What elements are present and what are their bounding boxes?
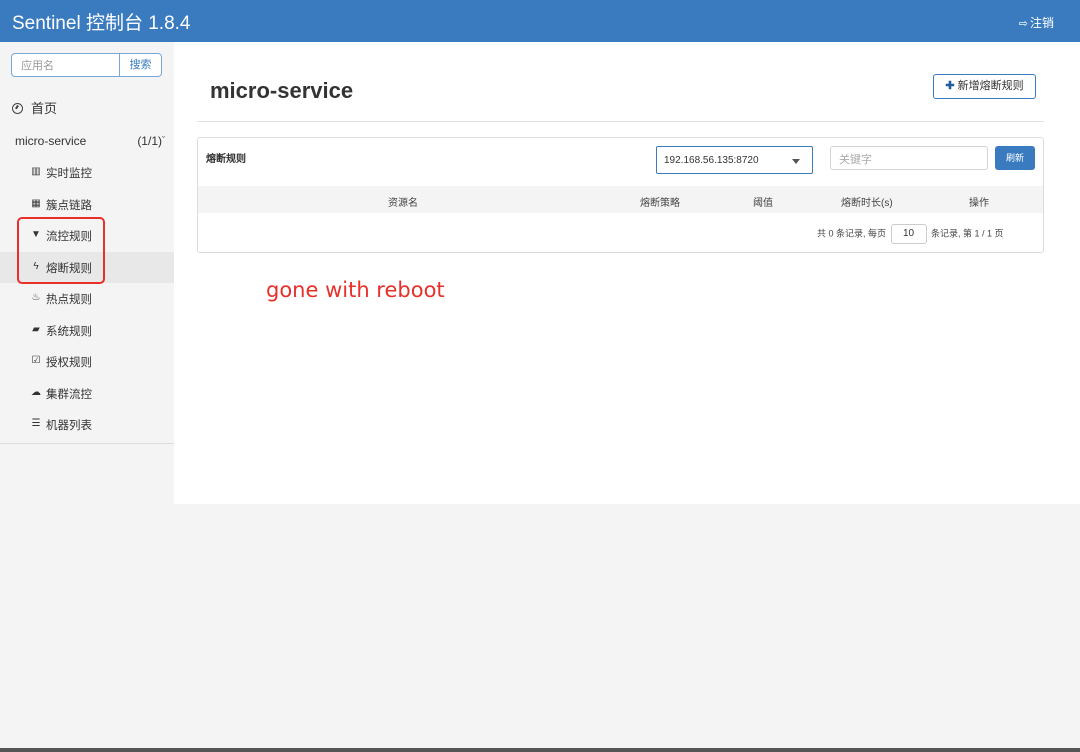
app-brand[interactable]: Sentinel 控制台 1.8.4 <box>12 8 190 35</box>
logout-label: 注销 <box>1029 16 1054 30</box>
refresh-button[interactable]: 刷新 <box>995 146 1035 170</box>
col-strategy[interactable]: 熔断策略 <box>640 194 680 209</box>
machine-select[interactable]: 192.168.56.135:8720 <box>656 146 813 174</box>
sidebar-item-label: 簇点链路 <box>46 199 92 212</box>
sidebar-item-lock[interactable]: ▰ 系统规则 <box>0 315 174 346</box>
add-degrade-rule-button[interactable]: ✚ 新增熔断规则 <box>933 74 1036 99</box>
sidebar-item-cloud[interactable]: ☁ 集群流控 <box>0 378 174 409</box>
page-background <box>174 504 1080 752</box>
add-button-label: 新增熔断规则 <box>957 80 1024 92</box>
sidebar-item-check-square[interactable]: ☑ 授权规则 <box>0 346 174 377</box>
check-square-icon: ☑ <box>31 355 41 366</box>
sidebar-item-home[interactable]: 首页 <box>12 98 57 117</box>
page-size-input[interactable]: 10 <box>890 224 927 244</box>
app-search: 应用名 搜索 <box>11 53 162 77</box>
fire-icon: ♨ <box>31 292 41 303</box>
annotation-text: gone with reboot <box>266 278 445 302</box>
sidebar-item-list-table[interactable]: ▦ 簇点链路 <box>0 189 174 220</box>
pagination: 共 0 条记录, 每页 10 条记录, 第 1 / 1 页 <box>817 224 1004 244</box>
sidebar-item-label: 系统规则 <box>46 325 92 338</box>
machine-select-value: 192.168.56.135:8720 <box>664 155 759 166</box>
plus-icon: ✚ <box>945 80 955 92</box>
highlight-annotation-box <box>17 217 105 284</box>
app-name: micro-service <box>15 134 87 148</box>
col-duration[interactable]: 熔断时长(s) <box>841 194 893 209</box>
caret-down-icon <box>792 159 800 164</box>
sidebar-item-fire[interactable]: ♨ 热点规则 <box>0 283 174 314</box>
dashboard-icon <box>12 103 23 114</box>
sidebar-item-label: 热点规则 <box>46 294 92 306</box>
keyword-input[interactable]: 关键字 <box>830 146 988 170</box>
table-header: 资源名 熔断策略 阈值 熔断时长(s) 操作 <box>198 186 1043 213</box>
home-label: 首页 <box>31 101 58 116</box>
sidebar-item-bar-chart[interactable]: ▥ 实时监控 <box>0 157 174 188</box>
page-title: micro-service <box>210 78 354 103</box>
bar-chart-icon: ▥ <box>31 166 41 177</box>
sidebar-item-label: 机器列表 <box>46 420 92 432</box>
sidebar-item-label: 实时监控 <box>46 168 92 180</box>
lock-icon: ▰ <box>32 323 40 335</box>
sidebar-item-th-list[interactable]: ☰ 机器列表 <box>0 409 174 440</box>
pager-suffix: 条记录, 第 1 / 1 页 <box>931 228 1004 239</box>
th-list-icon: ☰ <box>31 418 41 429</box>
sidebar-item-label: 集群流控 <box>46 388 92 401</box>
rules-card: 熔断规则 192.168.56.135:8720 关键字 刷新 资源名 熔断策略… <box>197 137 1044 253</box>
sidebar-item-label: 授权规则 <box>46 357 92 369</box>
logout-link[interactable]: ⇨ 注销 <box>1019 14 1054 31</box>
app-search-button[interactable]: 搜索 <box>119 53 162 77</box>
sidebar: 应用名 搜索 首页 micro-service (1/1)ˇ ▥ 实时监控 ▦ 簇点链… <box>0 42 174 752</box>
list-table-icon: ▦ <box>31 197 41 209</box>
chevron-down-icon: ˇ <box>162 135 165 145</box>
pager-prefix: 共 0 条记录, 每页 <box>817 228 887 239</box>
col-resource[interactable]: 资源名 <box>388 194 418 209</box>
sign-out-icon: ⇨ <box>1018 18 1028 30</box>
app-instance-count: (1/1)ˇ <box>137 134 165 148</box>
top-navbar: Sentinel 控制台 1.8.4 ⇨ 注销 <box>0 0 1080 42</box>
main-content: micro-service ✚ 新增熔断规则 熔断规则 192.168.56.13… <box>174 42 1080 504</box>
col-actions: 操作 <box>969 198 989 209</box>
window-bottom-edge <box>0 748 1080 752</box>
app-group-header[interactable]: micro-service (1/1)ˇ <box>15 134 165 148</box>
title-divider <box>197 121 1044 122</box>
col-threshold[interactable]: 阈值 <box>753 194 773 209</box>
app-search-input[interactable]: 应用名 <box>11 53 119 77</box>
card-title: 熔断规则 <box>206 154 246 165</box>
cloud-icon: ☁ <box>31 386 41 398</box>
